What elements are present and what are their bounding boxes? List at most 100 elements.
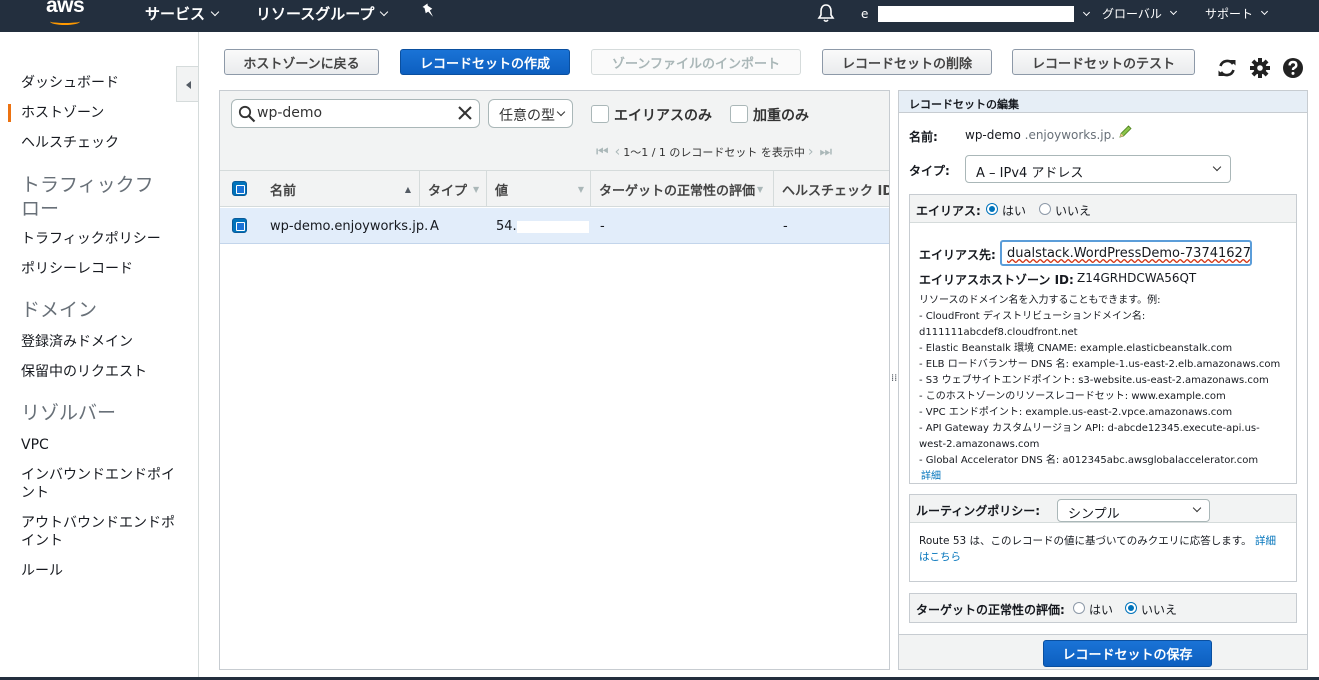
select-all-checkbox[interactable] <box>232 181 247 196</box>
sidebar-item-inbound-endpoints[interactable]: インバウンドエンドポイント <box>21 466 181 502</box>
region-menu[interactable]: グローバル <box>1102 5 1177 22</box>
alias-target-value: dualstack.WordPressDemo-73741627 <box>1007 246 1252 261</box>
resource-groups-label: リソースグループ <box>256 5 375 23</box>
section-domains: ドメイン <box>21 299 98 321</box>
routing-learn-more-link[interactable]: 詳細 <box>1255 535 1276 547</box>
row-value-text: 54. <box>496 219 517 234</box>
evaluate-health-yes-label: はい <box>1089 603 1114 617</box>
record-type-select[interactable]: A – IPv4 アドレス <box>965 155 1231 183</box>
help-line: west-2.amazonaws.com <box>919 439 1040 450</box>
row-type: A <box>430 219 439 234</box>
select-all-cell <box>220 171 262 207</box>
sidebar-item-registered-domains[interactable]: 登録済みドメイン <box>21 333 133 351</box>
bell-icon[interactable] <box>816 3 836 23</box>
chevron-down-icon <box>1083 8 1091 16</box>
sidebar-item-hosted-zones[interactable]: ホストゾーン <box>21 104 104 122</box>
alias-only-checkbox[interactable] <box>591 105 609 123</box>
search-input[interactable]: wp-demo <box>231 99 480 128</box>
sidebar-item-rules[interactable]: ルール <box>21 562 63 580</box>
help-line: - Global Accelerator DNS 名: a012345abc.a… <box>919 455 1259 466</box>
clear-search-icon[interactable] <box>457 105 473 121</box>
pin-icon[interactable] <box>421 3 437 19</box>
row-evaluate-health: - <box>600 219 605 234</box>
test-record-set-button[interactable]: レコードセットのテスト <box>1012 49 1195 75</box>
evaluate-health-no-radio[interactable] <box>1125 602 1137 614</box>
sidebar-item-traffic-policies[interactable]: トラフィックポリシー <box>21 230 161 248</box>
sidebar-item-pending-requests[interactable]: 保留中のリクエスト <box>21 363 147 381</box>
row-health-check: - <box>783 219 788 234</box>
type-label: タイプ: <box>909 164 950 178</box>
services-label: サービス <box>145 5 206 23</box>
column-value[interactable]: 値 ▼ <box>487 171 591 207</box>
chevron-down-icon <box>1260 7 1269 16</box>
record-type-filter[interactable]: 任意の型 <box>488 99 573 128</box>
active-indicator <box>8 104 11 122</box>
sidebar-item-policy-records[interactable]: ポリシーレコード <box>21 260 133 278</box>
table-row[interactable]: wp-demo.enjoyworks.jp. A 54. - - <box>220 208 889 244</box>
alias-header: エイリアス: はい いいえ <box>910 195 1296 223</box>
evaluate-health-no-label: いいえ <box>1141 603 1178 617</box>
support-menu[interactable]: サポート <box>1205 5 1269 22</box>
evaluate-health-yes-radio[interactable] <box>1073 602 1085 614</box>
column-name-label: 名前 <box>270 183 297 199</box>
last-page-icon[interactable]: ⏭ <box>820 144 833 160</box>
table-header: 名前 ▲ タイプ ▼ 値 ▼ ターゲットの正常性の評価 ▼ ヘルスチェック ID <box>220 171 889 207</box>
support-label: サポート <box>1205 7 1254 21</box>
evaluate-health-label: ターゲットの正常性の評価: <box>916 603 1065 617</box>
help-line: リソースのドメイン名を入力することもできます。例: <box>919 295 1161 306</box>
chevron-down-icon <box>1169 7 1177 16</box>
pagination: ⏮ ‹ 1～1 / 1 のレコードセット を表示中 › ⏭ <box>593 144 835 160</box>
alias-label: エイリアス: <box>916 204 981 218</box>
refresh-icon[interactable] <box>1216 57 1238 79</box>
name-label: 名前: <box>909 130 938 144</box>
first-page-icon[interactable]: ⏮ <box>596 144 609 160</box>
help-line: - VPC エンドポイント: example.us-east-2.vpce.am… <box>919 407 1233 418</box>
next-page-icon[interactable]: › <box>808 144 814 160</box>
sidebar-item-outbound-endpoints[interactable]: アウトバウンドエンドポイント <box>21 514 181 550</box>
edit-panel-footer: レコードセットの保存 <box>899 634 1307 669</box>
search-icon <box>238 105 256 123</box>
panel-resize-handle[interactable]: ⁞⁞ <box>891 373 897 385</box>
help-line: - S3 ウェブサイトエンドポイント: s3-website.us-east-2… <box>919 375 1269 386</box>
back-to-hosted-zones-button[interactable]: ホストゾーンに戻る <box>224 49 379 75</box>
create-record-set-button[interactable]: レコードセットの作成 <box>400 49 570 75</box>
routing-learn-more-link-2[interactable]: はこちら <box>919 549 961 565</box>
resource-groups-menu[interactable]: リソースグループ <box>256 3 389 24</box>
help-line: - Elastic Beanstalk 環境 CNAME: example.el… <box>919 343 1233 354</box>
services-menu[interactable]: サービス <box>145 3 220 24</box>
aws-logo-smile <box>50 18 80 25</box>
sidebar-item-health-checks[interactable]: ヘルスチェック <box>21 134 119 152</box>
row-checkbox[interactable] <box>232 218 247 233</box>
pagination-text: 1～1 / 1 のレコードセット を表示中 <box>623 146 805 159</box>
collapse-sidebar-button[interactable] <box>176 66 198 102</box>
column-evaluate-health-label: ターゲットの正常性の評価 <box>599 183 756 199</box>
sort-icon: ▼ <box>577 184 584 194</box>
top-navigation: aws サービス リソースグループ e グローバル サポート <box>0 0 1319 32</box>
alias-yes-radio[interactable] <box>986 203 998 215</box>
account-menu[interactable]: e <box>861 6 1091 22</box>
filter-bar: wp-demo 任意の型 エイリアスのみ 加重のみ ⏮ ‹ 1～1 / 1 のレ… <box>220 91 889 171</box>
import-zone-file-button[interactable]: ゾーンファイルのインポート <box>591 49 801 75</box>
aws-logo[interactable]: aws <box>46 0 85 18</box>
redacted-ip <box>516 220 589 233</box>
prev-page-icon[interactable]: ‹ <box>615 144 621 160</box>
column-health-check-id[interactable]: ヘルスチェック ID <box>774 171 889 207</box>
weighted-only-checkbox[interactable] <box>730 105 748 123</box>
help-line: - ELB ロードバランサー DNS 名: example-1.us-east-… <box>919 359 1281 370</box>
column-name[interactable]: 名前 ▲ <box>262 171 420 207</box>
column-evaluate-health[interactable]: ターゲットの正常性の評価 ▼ <box>591 171 774 207</box>
alias-target-input[interactable]: dualstack.WordPressDemo-73741627 <box>1000 240 1252 266</box>
sidebar-item-vpc[interactable]: VPC <box>21 436 49 454</box>
save-record-set-button[interactable]: レコードセットの保存 <box>1043 640 1212 667</box>
help-icon[interactable] <box>1282 57 1304 79</box>
column-type[interactable]: タイプ ▼ <box>420 171 487 207</box>
sidebar-item-dashboard[interactable]: ダッシュボード <box>21 74 119 92</box>
sort-icon: ▼ <box>473 184 480 194</box>
help-more-link[interactable]: 詳細 <box>921 469 941 485</box>
help-line: d111111abcdef8.cloudfront.net <box>919 327 1078 338</box>
delete-record-set-button[interactable]: レコードセットの削除 <box>822 49 992 75</box>
routing-policy-select[interactable]: シンプル <box>1057 499 1210 522</box>
pencil-icon[interactable] <box>1117 124 1133 140</box>
gear-icon[interactable] <box>1249 57 1271 79</box>
alias-no-radio[interactable] <box>1039 203 1051 215</box>
